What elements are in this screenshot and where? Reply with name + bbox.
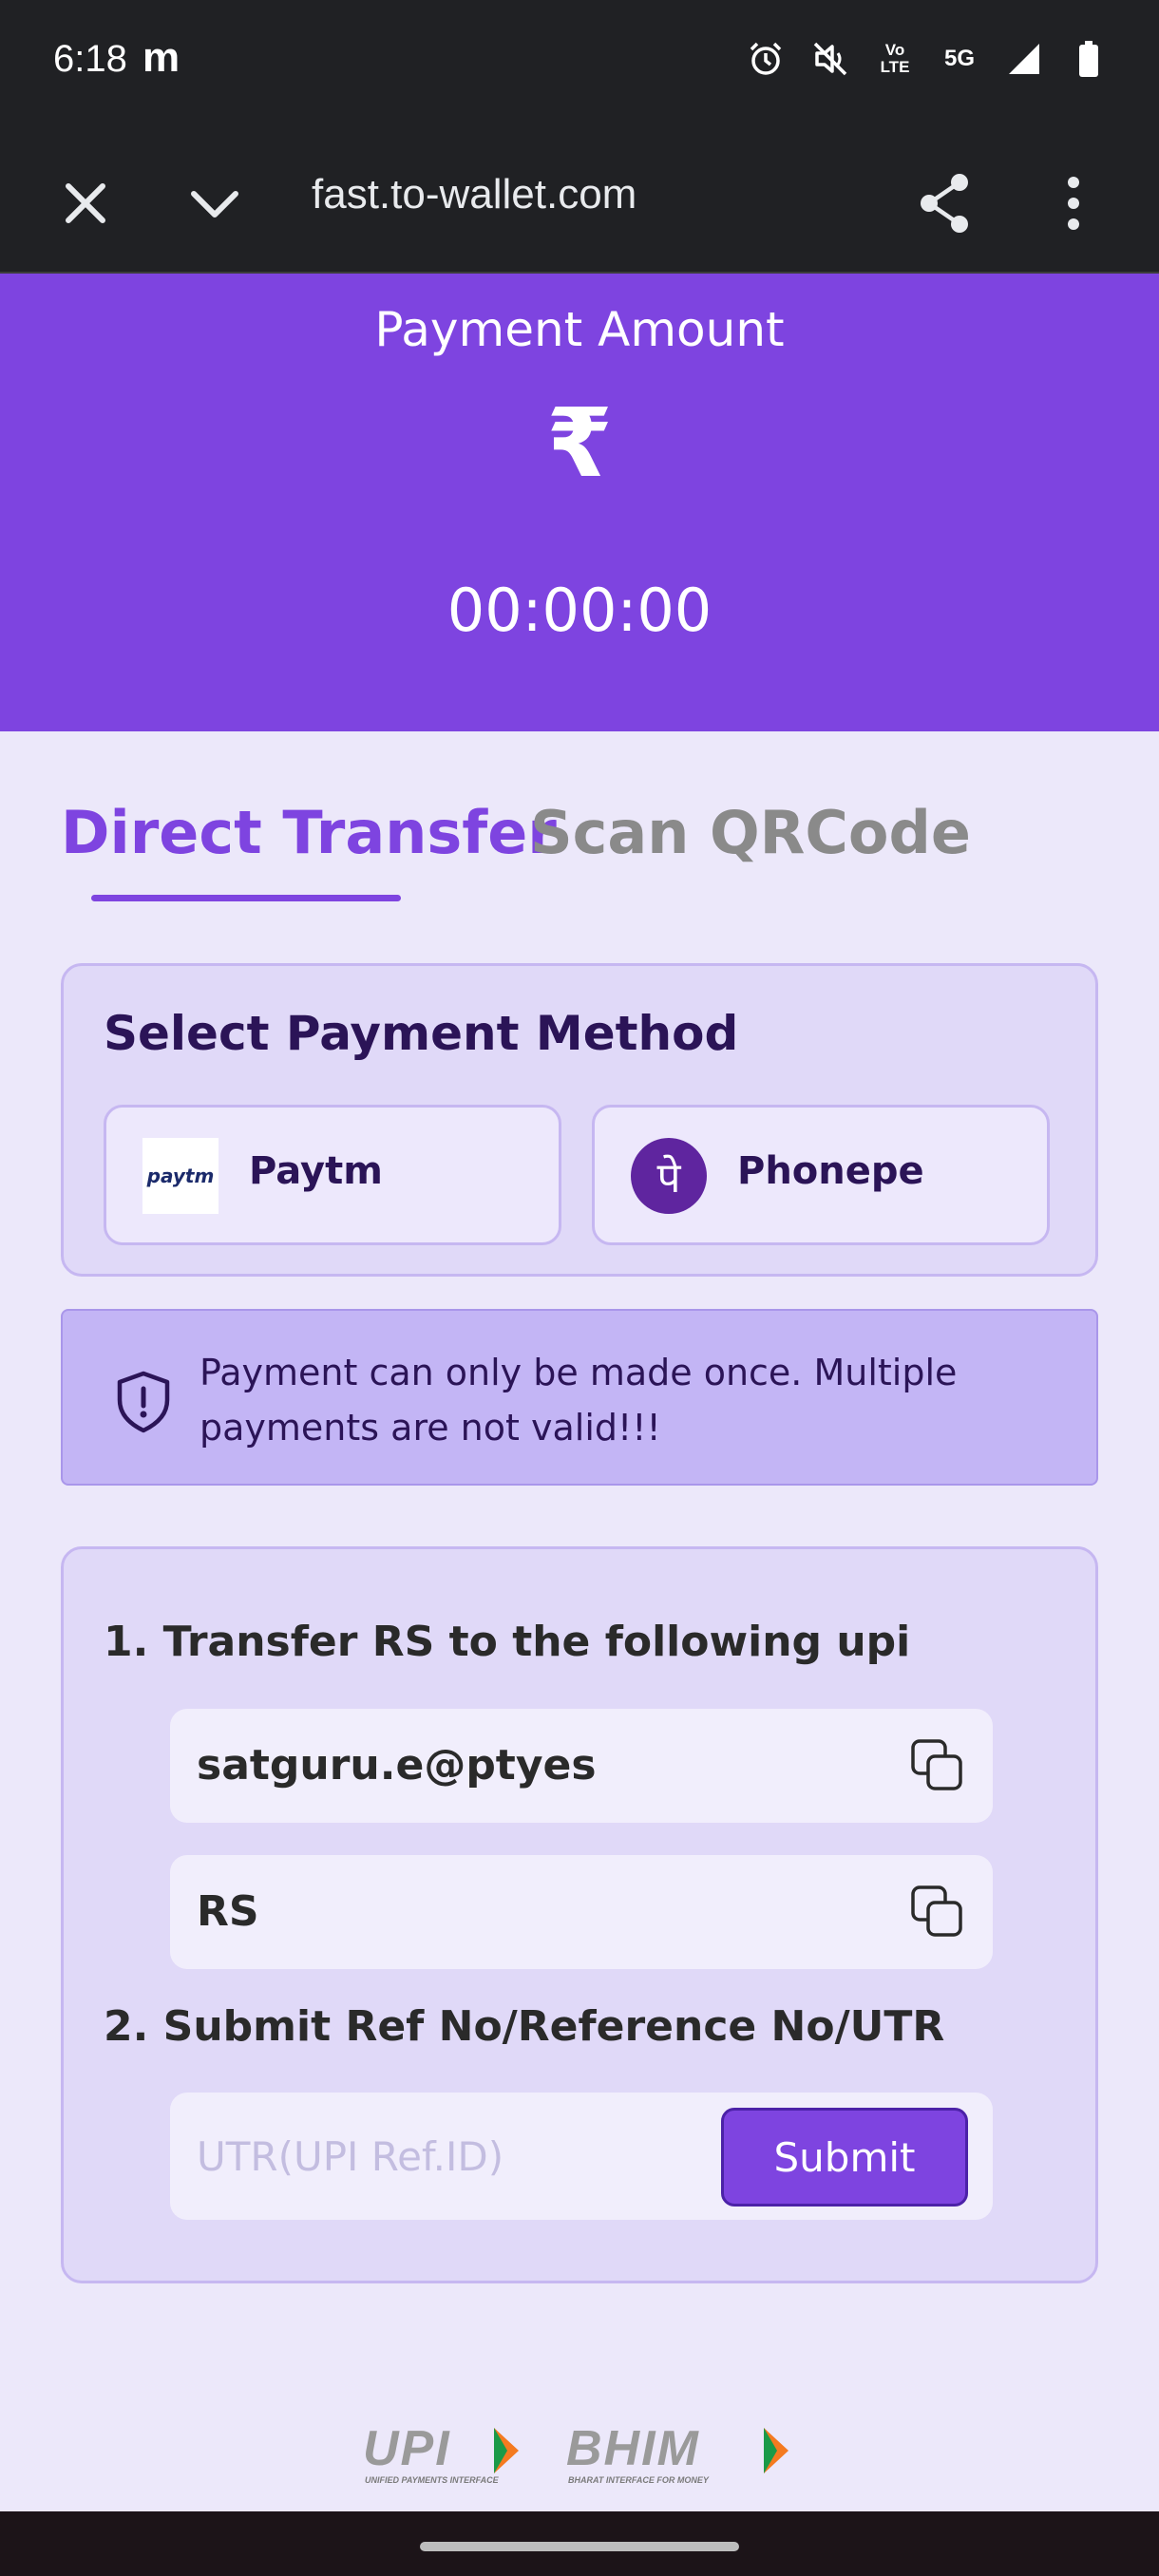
battery-icon (1068, 38, 1110, 80)
phonepe-button[interactable]: पे Phonepe (592, 1105, 1050, 1245)
signal-icon (1003, 38, 1045, 80)
step1-title: 1. Transfer RS to the following upi (104, 1618, 911, 1666)
active-tab-indicator (91, 895, 401, 901)
notification-icon: m (142, 34, 180, 81)
upi-logo-text: UPI (363, 2421, 451, 2476)
browser-toolbar: fast.to-wallet.com (0, 133, 1159, 274)
paytm-button[interactable]: paytm Paytm (104, 1105, 561, 1245)
upi-id-field: satguru.e@ptyes (170, 1709, 993, 1823)
submit-button[interactable]: Submit (721, 2108, 968, 2207)
share-icon[interactable] (916, 171, 973, 236)
tab-direct-transfer[interactable]: Direct Transfer (61, 798, 557, 867)
paytm-label: Paytm (249, 1149, 383, 1193)
copy-icon[interactable] (909, 1884, 964, 1939)
footer-logos: UPI UNIFIED PAYMENTS INTERFACE BHIM BHAR… (0, 2420, 1159, 2496)
5g-icon: 5G (943, 46, 975, 71)
upi-id-value: satguru.e@ptyes (197, 1741, 597, 1790)
vibrate-off-icon (809, 38, 851, 80)
tab-scan-qrcode[interactable]: Scan QRCode (530, 798, 971, 867)
upi-logo-subtitle: UNIFIED PAYMENTS INTERFACE (365, 2475, 499, 2485)
bhim-logo-subtitle: BHARAT INTERFACE FOR MONEY (568, 2475, 709, 2485)
payment-method-card: Select Payment Method paytm Paytm पे Pho… (61, 963, 1098, 1277)
paytm-logo: paytm (142, 1138, 218, 1214)
utr-input[interactable] (197, 2123, 691, 2189)
paytm-logo-text: paytm (146, 1165, 215, 1187)
warning-text: Payment can only be made once. Multiple … (200, 1352, 958, 1449)
utr-form: Submit (170, 2093, 993, 2220)
step2-title: 2. Submit Ref No/Reference No/UTR (104, 2002, 945, 2051)
payment-method-title: Select Payment Method (104, 1006, 739, 1061)
amount-value: RS (197, 1887, 259, 1936)
shield-alert-icon (114, 1370, 173, 1434)
payment-amount-title: Payment Amount (374, 302, 785, 357)
copy-icon[interactable] (909, 1737, 964, 1792)
url-bar[interactable]: fast.to-wallet.com (312, 171, 636, 218)
close-icon[interactable] (57, 175, 114, 232)
phonepe-logo: पे (631, 1138, 707, 1214)
status-icons: Vo LTE 5G (745, 38, 1110, 80)
bhim-logo-text: BHIM (566, 2421, 700, 2476)
rupee-icon: ₹ (546, 388, 613, 499)
bhim-arrow-icon (764, 2428, 788, 2473)
status-time: 6:18 (53, 38, 127, 80)
more-vert-icon[interactable] (1045, 171, 1102, 236)
alarm-icon (745, 38, 787, 80)
bhim-logo: BHIM BHARAT INTERFACE FOR MONEY (566, 2420, 798, 2487)
warning-banner: Payment can only be made once. Multiple … (61, 1309, 1098, 1486)
upi-arrow-icon (494, 2428, 519, 2473)
status-bar: 6:18 m Vo LTE 5G (0, 0, 1159, 133)
upi-logo: UPI UNIFIED PAYMENTS INTERFACE (363, 2420, 526, 2487)
volte-icon: Vo LTE (880, 41, 910, 76)
countdown-timer: 00:00:00 (446, 576, 712, 645)
chevron-down-icon[interactable] (186, 175, 243, 232)
phonepe-label: Phonepe (737, 1149, 924, 1193)
home-gesture-handle[interactable] (420, 2542, 739, 2551)
payment-tabs: Direct Transfer Scan QRCode (0, 731, 1159, 921)
system-nav-bar (0, 2511, 1159, 2576)
amount-field: RS (170, 1855, 993, 1969)
transfer-card: 1. Transfer RS to the following upi satg… (61, 1546, 1098, 2283)
payment-amount-panel: Payment Amount ₹ 00:00:00 (0, 274, 1159, 731)
